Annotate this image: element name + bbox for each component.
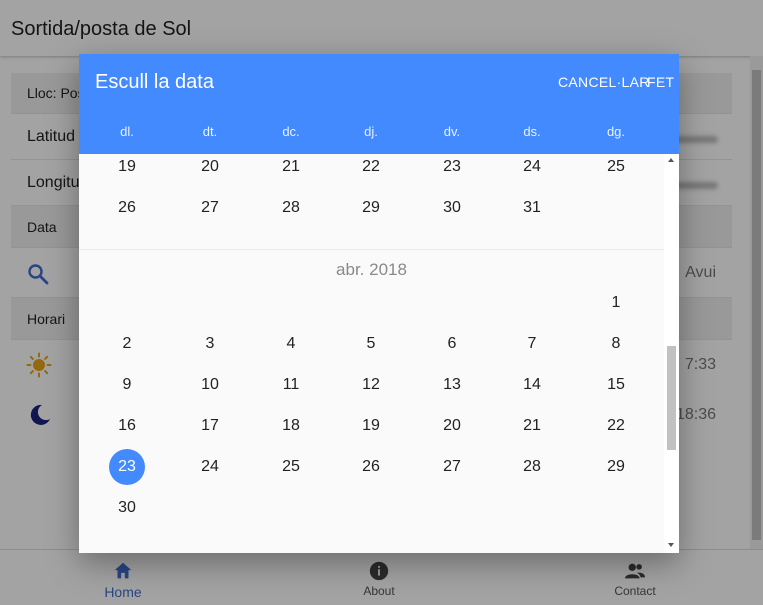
calendar-day[interactable]: 18 [271,408,311,444]
calendar-day[interactable]: 30 [107,490,147,526]
calendar-day[interactable]: 29 [596,449,636,485]
calendar-day[interactable]: 9 [107,367,147,403]
calendar-day[interactable]: 21 [512,408,552,444]
month-separator [79,249,664,250]
weekday-label: dv. [443,124,461,139]
weekday-label: dg. [606,124,626,139]
calendar-body: abr. 2018 19 20 21 22 23 24 25 26 27 28 29 30 31 1 2 3 4… [79,154,664,553]
calendar-day[interactable]: 3 [190,326,230,362]
date-picker-dialog: Escull la data CANCEL·LAR FET dl. dt. dc. d… [79,54,679,553]
calendar-day[interactable]: 8 [596,326,636,362]
calendar-day[interactable]: 11 [271,367,311,403]
calendar-day[interactable]: 20 [190,154,230,185]
calendar-day[interactable]: 13 [432,367,472,403]
weekday-label: dl. [120,124,134,139]
selected-day[interactable]: 23 [109,449,145,485]
calendar-day[interactable]: 23 [432,154,472,185]
calendar-day[interactable]: 10 [190,367,230,403]
calendar-scrollbar-thumb[interactable] [667,346,676,450]
calendar-day[interactable]: 27 [432,449,472,485]
calendar-day[interactable]: 4 [271,326,311,362]
calendar-day[interactable]: 2 [107,326,147,362]
calendar-day[interactable]: 19 [107,154,147,185]
calendar-day[interactable]: 16 [107,408,147,444]
calendar-day[interactable]: 21 [271,154,311,185]
cancel-button[interactable]: CANCEL·LAR [558,74,650,90]
calendar-day[interactable]: 24 [512,154,552,185]
calendar-day[interactable]: 31 [512,190,552,226]
dialog-header: Escull la data CANCEL·LAR FET dl. dt. dc. d… [79,54,679,154]
weekday-label: dj. [364,124,378,139]
calendar-day[interactable]: 28 [271,190,311,226]
calendar-day[interactable]: 25 [596,154,636,185]
weekday-header: dl. dt. dc. dj. dv. ds. dg. [79,124,679,144]
calendar-day[interactable]: 14 [512,367,552,403]
calendar-day[interactable]: 26 [351,449,391,485]
month-label: abr. 2018 [336,260,407,279]
calendar-day[interactable]: 20 [432,408,472,444]
scroll-down-arrow[interactable] [668,543,674,547]
weekday-label: ds. [523,124,541,139]
calendar-day[interactable]: 19 [351,408,391,444]
calendar-day[interactable]: 22 [351,154,391,185]
calendar-day[interactable]: 15 [596,367,636,403]
calendar-day[interactable]: 30 [432,190,472,226]
calendar-day[interactable]: 25 [271,449,311,485]
calendar-day[interactable]: 12 [351,367,391,403]
calendar-day[interactable]: 1 [596,285,636,321]
dialog-title: Escull la data [95,71,214,93]
scroll-up-arrow[interactable] [668,158,674,162]
done-button[interactable]: FET [647,74,674,90]
calendar-day[interactable]: 22 [596,408,636,444]
weekday-label: dc. [282,124,300,139]
calendar-day[interactable]: 27 [190,190,230,226]
calendar-day[interactable]: 29 [351,190,391,226]
calendar-day[interactable]: 26 [107,190,147,226]
calendar-day[interactable]: 17 [190,408,230,444]
weekday-label: dt. [202,124,218,139]
calendar-day[interactable]: 6 [432,326,472,362]
calendar-day[interactable]: 5 [351,326,391,362]
calendar-day[interactable]: 28 [512,449,552,485]
calendar-day[interactable]: 7 [512,326,552,362]
calendar-day[interactable]: 24 [190,449,230,485]
